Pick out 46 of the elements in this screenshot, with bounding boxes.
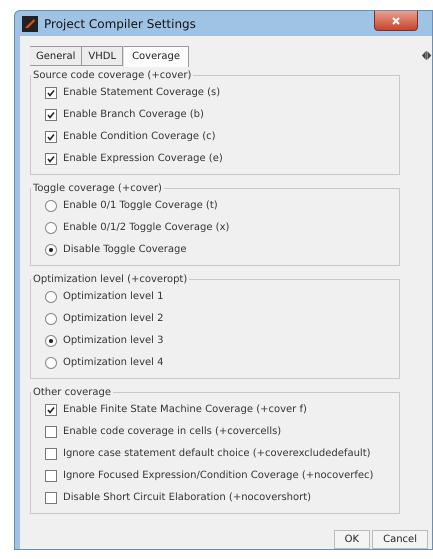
close-button[interactable] xyxy=(374,11,418,31)
scroll-arrows-icon[interactable] xyxy=(420,51,432,60)
group-title: Toggle coverage (+cover) xyxy=(32,183,163,194)
checkbox[interactable] xyxy=(45,492,57,504)
tab[interactable]: General xyxy=(30,46,82,66)
option-label: Enable Condition Coverage (c) xyxy=(63,131,216,142)
option-label: Ignore case statement default choice (+coverexcludedefault) xyxy=(63,448,371,459)
option-label: Enable 0/1/2 Toggle Coverage (x) xyxy=(63,222,230,233)
close-icon xyxy=(392,16,400,24)
option-label: Enable Expression Coverage (e) xyxy=(63,153,223,164)
option-label: Optimization level 2 xyxy=(63,313,164,324)
option-label: Disable Toggle Coverage xyxy=(63,244,187,255)
checkbox[interactable] xyxy=(45,404,57,416)
tab[interactable]: VHDL xyxy=(82,46,124,66)
checkbox[interactable] xyxy=(45,86,57,98)
group-title: Optimization level (+coveropt) xyxy=(32,274,188,285)
option-label: Enable code coverage in cells (+covercells) xyxy=(63,426,282,437)
option-label: Disable Short Circuit Elaboration (+nocovershort) xyxy=(63,492,312,503)
option-label: Optimization level 4 xyxy=(63,357,164,368)
checkbox[interactable] xyxy=(45,108,57,120)
checkbox[interactable] xyxy=(45,426,57,438)
radio-button[interactable] xyxy=(45,200,57,212)
tab[interactable]: Coverage xyxy=(123,46,189,67)
checkbox[interactable] xyxy=(45,448,57,460)
option-label: Optimization level 3 xyxy=(63,335,164,346)
app-logo-icon xyxy=(22,16,38,32)
option-label: Enable 0/1 Toggle Coverage (t) xyxy=(63,200,218,211)
radio-button[interactable] xyxy=(45,222,57,234)
radio-button[interactable] xyxy=(45,334,57,346)
option-label: Optimization level 1 xyxy=(63,291,164,302)
window-title: Project Compiler Settings xyxy=(44,16,196,30)
checkbox[interactable] xyxy=(45,130,57,142)
dialog-button[interactable]: Cancel xyxy=(372,530,428,549)
radio-button[interactable] xyxy=(45,312,57,324)
group-title: Source code coverage (+cover) xyxy=(32,70,192,81)
option-label: Enable Branch Coverage (b) xyxy=(63,109,204,120)
group-title: Other coverage xyxy=(32,387,112,398)
radio-button[interactable] xyxy=(45,290,57,302)
radio-button[interactable] xyxy=(45,244,57,256)
option-label: Ignore Focused Expression/Condition Coverage (+nocoverfec) xyxy=(63,470,374,481)
checkbox[interactable] xyxy=(45,152,57,164)
option-label: Enable Statement Coverage (s) xyxy=(63,87,220,98)
option-label: Enable Finite State Machine Coverage (+cover f) xyxy=(63,404,307,415)
checkbox[interactable] xyxy=(45,470,57,482)
dialog-button[interactable]: OK xyxy=(334,530,370,549)
radio-button[interactable] xyxy=(45,356,57,368)
